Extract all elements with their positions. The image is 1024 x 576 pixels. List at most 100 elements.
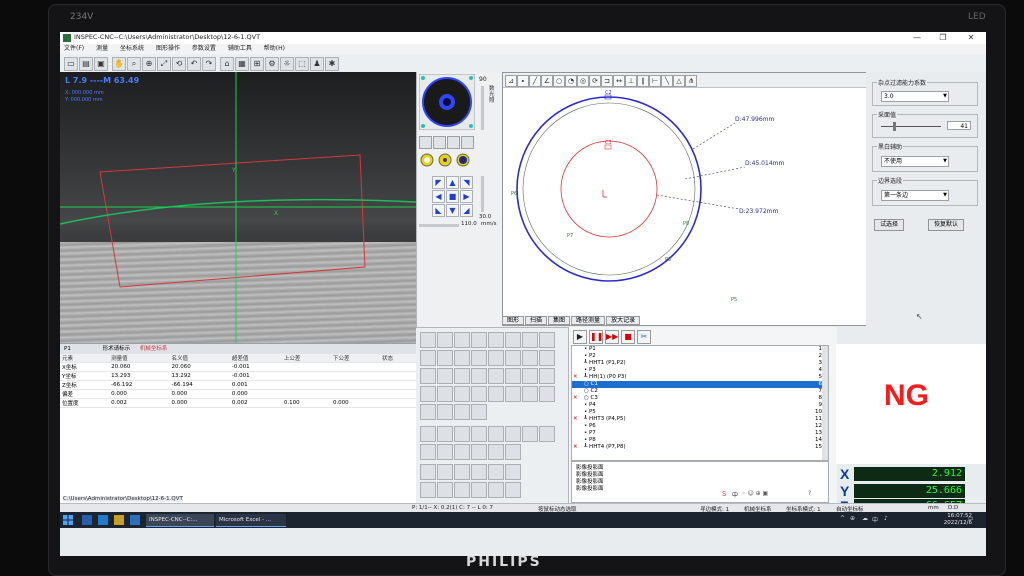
tool-at-icon[interactable] — [505, 482, 521, 498]
tool-ao-icon[interactable] — [420, 482, 436, 498]
jog-down-icon[interactable]: ▼ — [446, 204, 459, 217]
table-row[interactable]: X坐标 20.060 20.060 -0.001 — [60, 362, 416, 372]
folder-icon[interactable] — [114, 515, 124, 525]
tool-j-icon[interactable] — [437, 386, 453, 402]
tool-q-icon[interactable] — [420, 404, 436, 420]
zoom-icon[interactable]: ⌕ — [127, 57, 141, 71]
undo-icon[interactable]: ↶ — [187, 57, 201, 71]
tool-circle-icon[interactable] — [454, 332, 470, 348]
tool-w-icon[interactable] — [454, 426, 470, 442]
z-speed-slider[interactable] — [481, 176, 484, 212]
bw-assist-select[interactable]: 不使用 ▼ — [881, 156, 949, 167]
tool-k-icon[interactable] — [454, 386, 470, 402]
list-item[interactable]: • P7 13 — [572, 430, 828, 437]
stop-icon[interactable]: ■ — [621, 330, 635, 344]
tool-ad-icon[interactable] — [437, 444, 453, 460]
tool-point-icon[interactable] — [420, 332, 436, 348]
tool-n-icon[interactable] — [505, 386, 521, 402]
run-icon[interactable]: ▶ — [573, 330, 587, 344]
tray-network-icon[interactable]: ⊕ — [850, 515, 855, 522]
grid-icon[interactable]: ▦ — [235, 57, 249, 71]
list-item[interactable]: • P1 1 — [572, 346, 828, 353]
tool-pcd-icon[interactable] — [488, 350, 504, 366]
list-item[interactable]: ○ C2 7 — [572, 388, 828, 395]
tool-e-icon[interactable] — [488, 368, 504, 384]
list-item[interactable]: • P6 12 — [572, 423, 828, 430]
tool-f-icon[interactable] — [505, 368, 521, 384]
menu-help[interactable]: 帮助(H) — [264, 44, 285, 54]
tool-z-icon[interactable] — [505, 426, 521, 442]
rotate-icon[interactable]: ⟲ — [172, 57, 186, 71]
close-button[interactable]: ✕ — [960, 32, 982, 44]
graphic-window[interactable]: ⊿ ∙ ╱ ∠ ○ ◔ ◎ ⟳ ⊐ ↔ ⊥ ∥ ⊢ ╲ △ ⋔ D:47.996… — [502, 72, 868, 326]
rotate-tool-icon[interactable]: ⟳ — [589, 75, 601, 87]
construct-tool-icon[interactable]: ⋔ — [685, 75, 697, 87]
diagonal-tool-icon[interactable]: ╲ — [661, 75, 673, 87]
table-row[interactable]: Z坐标 -66.192 -66.194 0.001 — [60, 380, 416, 390]
list-item[interactable]: ✕ ○ C3 8 — [572, 395, 828, 402]
threshold-slider-thumb[interactable] — [893, 122, 896, 131]
results-tab-0[interactable]: 形术请标示 — [103, 346, 131, 352]
tool-am-icon[interactable] — [488, 464, 504, 480]
tool-r-icon[interactable] — [437, 404, 453, 420]
tool-s-icon[interactable] — [454, 404, 470, 420]
file-explorer-icon[interactable] — [82, 515, 92, 525]
taskbar-app-excel[interactable]: Microsoft Excel - ... — [216, 514, 286, 527]
tab-scan[interactable]: 扫描 — [525, 316, 548, 325]
tool-t-icon[interactable] — [471, 404, 487, 420]
menu-file[interactable]: 文件(F) — [64, 44, 84, 54]
tool-d-icon[interactable] — [471, 368, 487, 384]
program-scrollbar[interactable] — [822, 346, 828, 460]
zoom-fit-icon[interactable]: ⊕ — [142, 57, 156, 71]
light-slider[interactable] — [481, 86, 484, 130]
tool-ap-icon[interactable] — [437, 482, 453, 498]
tool-p-icon[interactable] — [539, 386, 555, 402]
list-item[interactable]: ✕ ┸ HHT3 (P4,P5) 11 — [572, 416, 828, 423]
edge-select[interactable]: 第一条边 ▼ — [881, 190, 949, 201]
tool-slot-icon[interactable] — [505, 332, 521, 348]
tray-chevron-up-icon[interactable]: ^ — [840, 515, 845, 522]
windows-start-icon[interactable] — [63, 515, 73, 525]
tool-ac-icon[interactable] — [420, 444, 436, 460]
tool-distance-icon[interactable] — [420, 350, 436, 366]
jog-up-right-icon[interactable]: ◥ — [460, 176, 473, 189]
menu-graphics[interactable]: 图形操作 — [156, 44, 180, 54]
results-tab-1[interactable]: 机械坐标系 — [140, 346, 168, 352]
tool-af-icon[interactable] — [471, 444, 487, 460]
hand-icon[interactable]: ✋ — [112, 57, 126, 71]
tool-al-icon[interactable] — [471, 464, 487, 480]
tool-angle-icon[interactable] — [539, 332, 555, 348]
tab-graphic[interactable]: 图形 — [502, 316, 525, 325]
jog-down-right-icon[interactable]: ◢ — [460, 204, 473, 217]
tool-b-icon[interactable] — [437, 368, 453, 384]
tab-path-measure[interactable]: 路径测量 — [571, 316, 606, 325]
tool-ring-icon[interactable] — [454, 350, 470, 366]
distance-tool-icon[interactable]: ↔ — [613, 75, 625, 87]
notification-icon[interactable]: ▭ — [968, 515, 974, 522]
tool-u-icon[interactable] — [420, 426, 436, 442]
light-mode-1-icon[interactable] — [419, 136, 432, 149]
slot-tool-icon[interactable]: ⊐ — [601, 75, 613, 87]
select-tool-icon[interactable]: ⊿ — [505, 75, 517, 87]
ellipse-tool-icon[interactable]: ◎ — [577, 75, 589, 87]
tool-aa-icon[interactable] — [522, 426, 538, 442]
new-file-icon[interactable]: ▭ — [64, 57, 78, 71]
minimize-button[interactable]: — — [906, 32, 928, 44]
tool-rect-icon[interactable] — [522, 332, 538, 348]
tool-tangent-icon[interactable] — [539, 350, 555, 366]
light-mode-2-icon[interactable] — [433, 136, 446, 149]
parallel-tool-icon[interactable]: ∥ — [637, 75, 649, 87]
tools-icon[interactable]: ✂ — [637, 330, 651, 344]
tool-ak-icon[interactable] — [454, 464, 470, 480]
save-icon[interactable]: ▣ — [94, 57, 108, 71]
threshold-value[interactable]: 41 — [947, 121, 971, 130]
star-icon[interactable]: ✱ — [325, 57, 339, 71]
align-icon[interactable]: ⊞ — [250, 57, 264, 71]
person-icon[interactable]: ♟ — [310, 57, 324, 71]
tray-ime[interactable]: 中 — [872, 515, 878, 524]
taskbar-app-inspec[interactable]: INSPEC-CNC--C:... — [146, 514, 214, 527]
tool-width-icon[interactable] — [437, 350, 453, 366]
tool-h-icon[interactable] — [539, 368, 555, 384]
tool-m-icon[interactable] — [488, 386, 504, 402]
perpendicular-tool-icon[interactable]: ⊥ — [625, 75, 637, 87]
